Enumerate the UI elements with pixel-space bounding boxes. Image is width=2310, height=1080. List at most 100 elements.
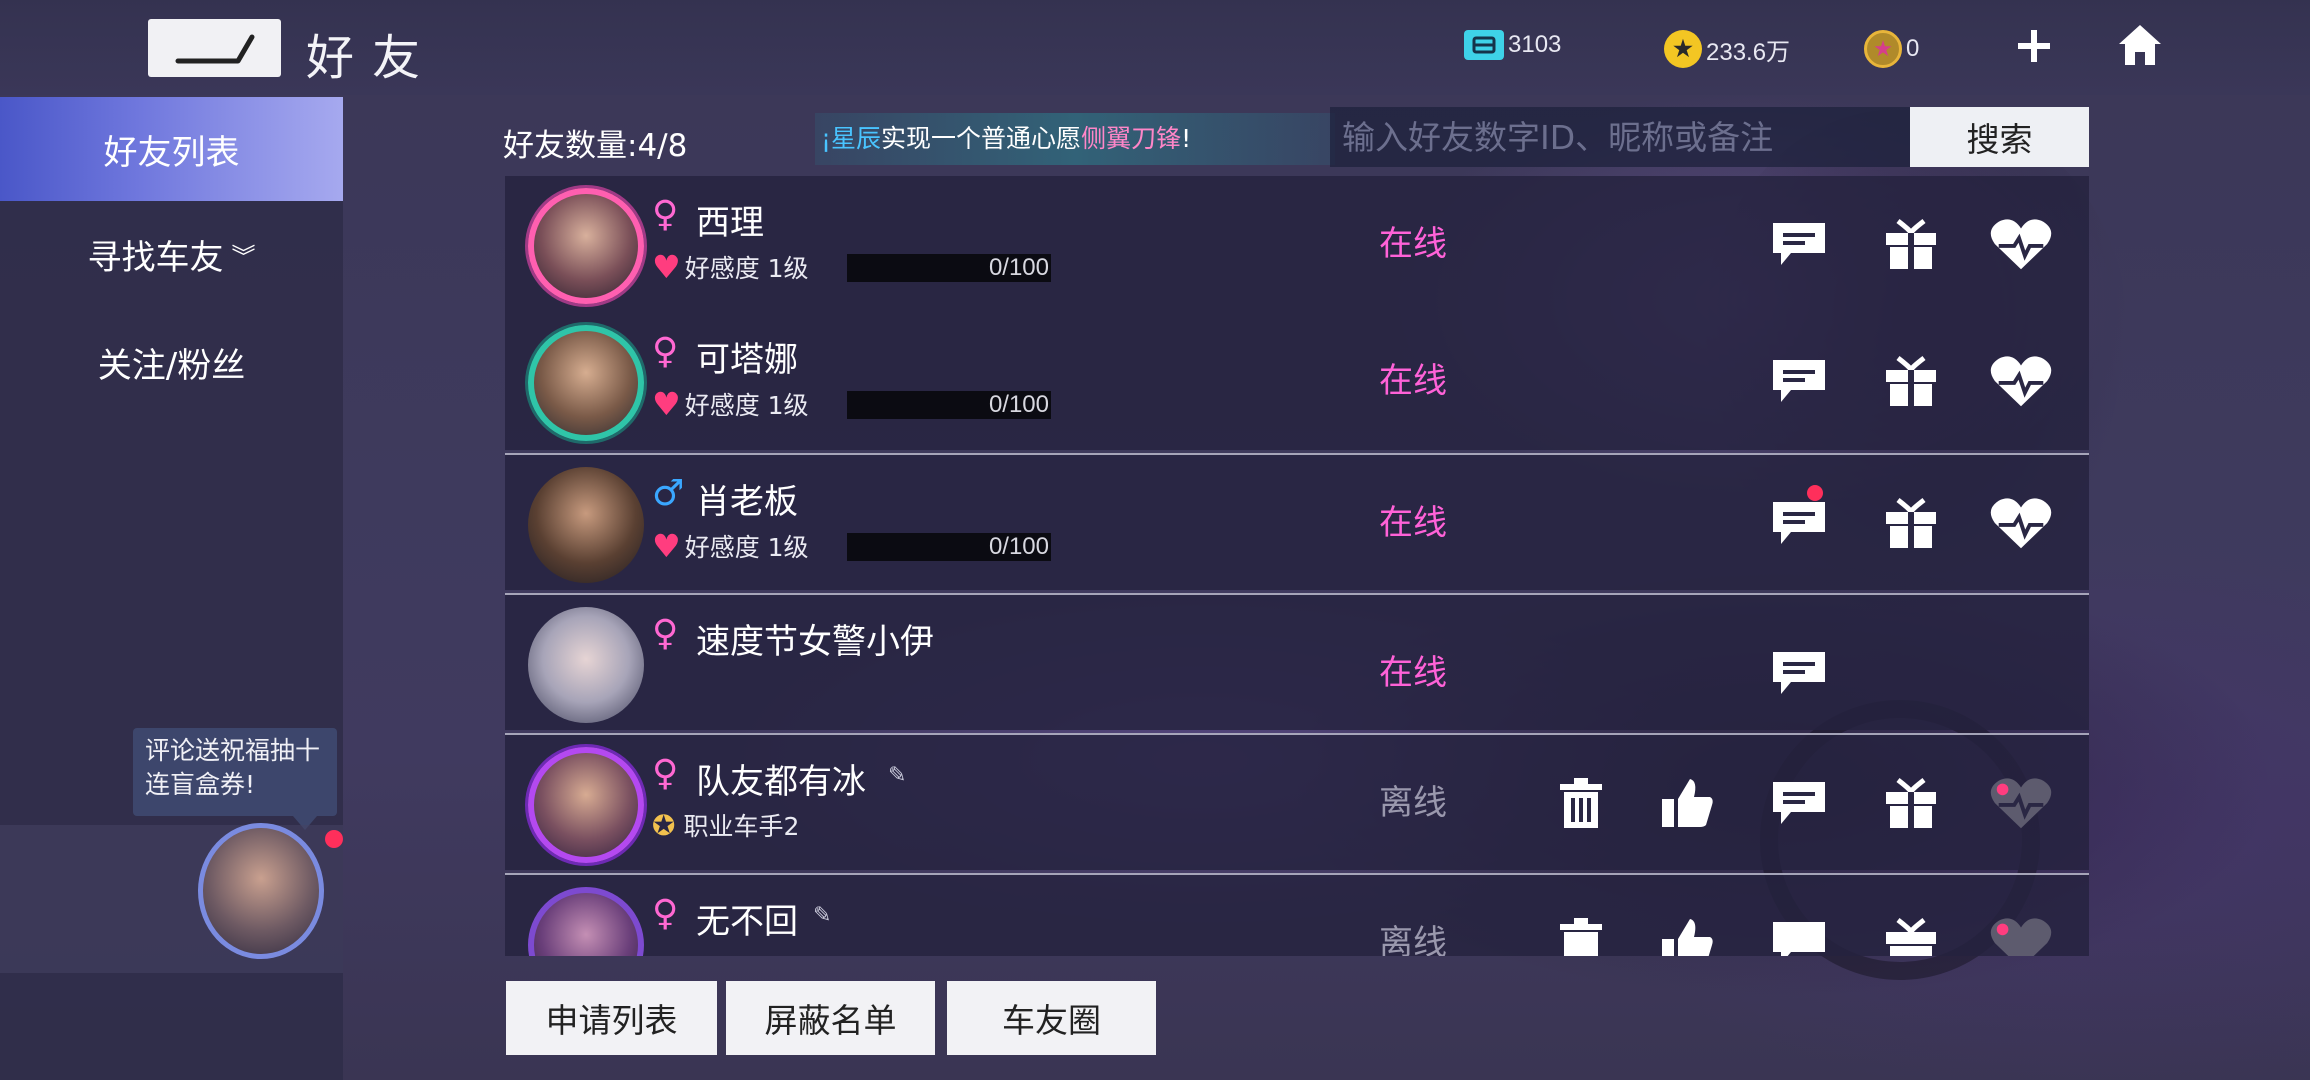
affinity-heart-button[interactable] (1989, 771, 2053, 835)
avatar[interactable] (528, 607, 644, 723)
chat-button[interactable] (1767, 641, 1831, 705)
affinity-level: ♥ 好感度 1级 (652, 385, 809, 423)
chat-button[interactable] (1767, 212, 1831, 276)
delete-friend-button[interactable] (1549, 911, 1613, 956)
online-status: 在线 (1379, 361, 1447, 401)
edit-remark-icon[interactable]: ✎ (888, 763, 906, 788)
back-arrow-icon (175, 34, 255, 64)
sidebar-item-label: 寻找车友 (87, 237, 224, 278)
gift-icon (1886, 219, 1936, 269)
notification-dot (325, 830, 343, 848)
female-icon: ♀ (652, 753, 679, 794)
rank-badge-icon: ✪ (652, 808, 676, 842)
avatar[interactable] (528, 188, 644, 304)
offline-status: 离线 (1379, 923, 1447, 956)
friend-count: 好友数量:4/8 (503, 128, 688, 164)
gift-button[interactable] (1879, 491, 1943, 555)
friend-list[interactable]: ♀ 西理 ♥ 好感度 1级 0/100 在线 ♀ 可塔娜 ♥ 好感度 1级 0/… (505, 176, 2089, 956)
male-icon: ♂ (652, 473, 685, 514)
offline-status: 离线 (1379, 783, 1447, 823)
affinity-level: ♥ 好感度 1级 (652, 248, 809, 286)
currency-gold[interactable]: ★ 233.6万 (1664, 30, 1790, 68)
sidebar-item-label: 好友列表 (103, 132, 240, 173)
friend-row[interactable]: ♀ 速度节女警小伊 在线 (505, 593, 2089, 730)
add-currency-button[interactable] (2010, 22, 2058, 70)
chat-button[interactable] (1767, 349, 1831, 413)
currency-star[interactable]: ★ 0 (1864, 30, 1919, 68)
search-button[interactable]: 搜索 (1910, 107, 2089, 167)
affinity-level: ♥ 好感度 1级 (652, 527, 809, 565)
friend-row[interactable]: ♀ 队友都有冰 ✎ ✪ 职业车手2 离线 (505, 733, 2089, 870)
female-icon: ♀ (652, 194, 679, 235)
star-coin-icon: ★ (1864, 30, 1902, 68)
online-status: 在线 (1379, 224, 1447, 264)
home-icon (2119, 25, 2161, 65)
gift-button[interactable] (1879, 349, 1943, 413)
affinity-heart-button[interactable] (1989, 212, 2053, 276)
thumbs-up-icon (1662, 919, 1713, 956)
sidebar-item-friend-list[interactable]: 好友列表 (0, 97, 343, 201)
gift-button[interactable] (1879, 771, 1943, 835)
trash-icon (1560, 918, 1602, 956)
online-status: 在线 (1379, 503, 1447, 543)
friend-name: 肖老板 (696, 482, 798, 522)
chat-icon (1773, 502, 1825, 544)
block-list-button[interactable]: 屏蔽名单 (726, 981, 935, 1055)
avatar[interactable] (528, 887, 644, 956)
back-button[interactable] (148, 19, 281, 77)
heart-pulse-icon (1990, 918, 2052, 956)
female-icon: ♀ (652, 613, 679, 654)
home-button[interactable] (2115, 20, 2165, 70)
trash-icon (1560, 778, 1602, 828)
avatar[interactable] (528, 467, 644, 583)
request-list-button[interactable]: 申请列表 (506, 981, 717, 1055)
gift-button[interactable] (1879, 911, 1943, 956)
promo-character-avatar[interactable] (198, 823, 324, 959)
currency-ticket[interactable]: 3103 (1464, 30, 1561, 60)
online-status: 在线 (1379, 653, 1447, 693)
chat-icon (1773, 223, 1825, 265)
sidebar-item-find-friends[interactable]: 寻找车友 ︾ (0, 202, 343, 306)
chat-icon (1773, 360, 1825, 402)
chat-button[interactable] (1767, 911, 1831, 956)
driver-rank: ✪ 职业车手2 (652, 808, 800, 842)
affinity-heart-button[interactable] (1989, 491, 2053, 555)
chat-button[interactable] (1767, 771, 1831, 835)
edit-remark-icon[interactable]: ✎ (813, 903, 831, 928)
announcement-marquee: ¡星辰实现一个普通心愿侧翼刀锋! (815, 113, 1335, 165)
friend-row[interactable]: ♂ 肖老板 ♥ 好感度 1级 0/100 在线 (505, 453, 2089, 590)
delete-friend-button[interactable] (1549, 771, 1613, 835)
affinity-heart-button[interactable] (1989, 911, 2053, 956)
gift-button[interactable] (1879, 212, 1943, 276)
friend-row[interactable]: ♀ 可塔娜 ♥ 好感度 1级 0/100 在线 (505, 313, 2089, 450)
friend-name: 队友都有冰 (696, 762, 866, 802)
like-button[interactable] (1655, 911, 1719, 956)
friend-moments-button[interactable]: 车友圈 (947, 981, 1156, 1055)
sidebar-item-label: 关注/粉丝 (97, 345, 246, 386)
friend-name: 速度节女警小伊 (696, 622, 934, 662)
gold-amount: 233.6万 (1706, 38, 1791, 66)
marquee-player-name: 星辰 (831, 124, 882, 153)
friend-name: 可塔娜 (696, 340, 798, 380)
search-input[interactable] (1330, 107, 1910, 167)
avatar[interactable] (528, 747, 644, 863)
sidebar-item-follow-fans[interactable]: 关注/粉丝 (0, 310, 343, 414)
plus-icon (2018, 30, 2050, 62)
affinity-progress: 0/100 (847, 254, 1051, 282)
friend-row[interactable]: ♀ 西理 ♥ 好感度 1级 0/100 在线 (505, 176, 2089, 313)
affinity-heart-button[interactable] (1989, 349, 2053, 413)
chat-icon (1773, 782, 1825, 824)
avatar[interactable] (528, 325, 644, 441)
gift-icon (1886, 918, 1936, 956)
gift-icon (1886, 778, 1936, 828)
friend-row[interactable]: ♀ 无不回 ✎ 离线 (505, 873, 2089, 956)
ticket-icon (1464, 30, 1504, 60)
heart-pulse-icon (1990, 219, 2052, 270)
heart-icon: ♥ (652, 385, 681, 423)
chat-button[interactable] (1767, 485, 1831, 555)
like-button[interactable] (1655, 771, 1719, 835)
gold-coin-icon: ★ (1664, 30, 1702, 68)
affinity-progress: 0/100 (847, 391, 1051, 419)
unread-dot (1807, 485, 1823, 501)
female-icon: ♀ (652, 893, 679, 934)
